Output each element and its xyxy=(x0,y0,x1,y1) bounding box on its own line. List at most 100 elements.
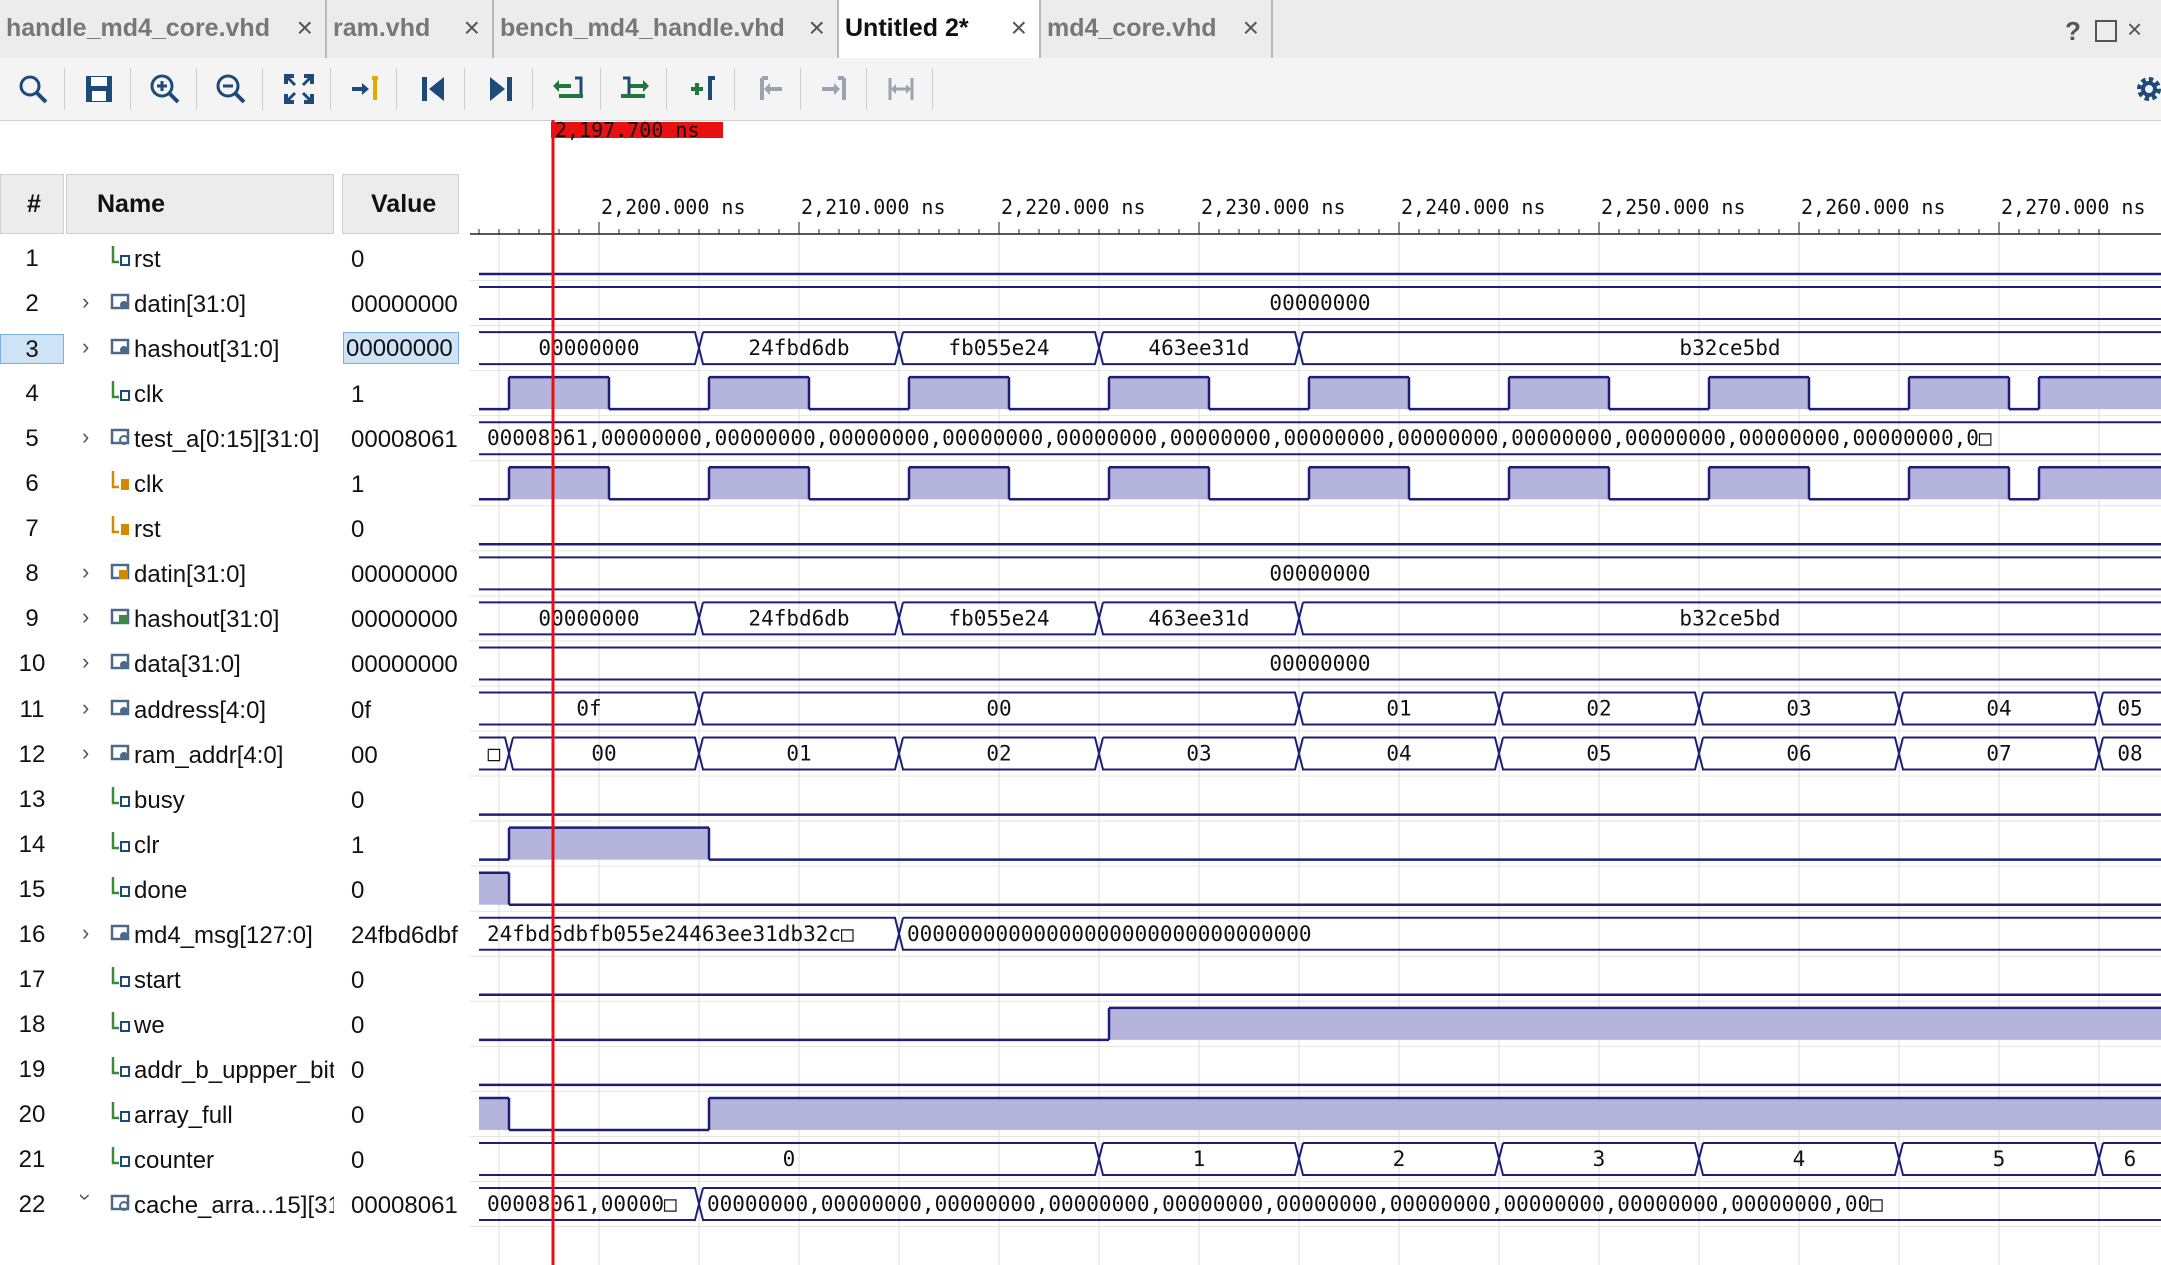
waveform-high-segment xyxy=(1509,377,1609,410)
chevron-right-icon[interactable]: › xyxy=(82,559,89,585)
waveform-trace[interactable]: 00000000 24fbd6db fb055e24 463ee31d b32ce5bd xyxy=(479,601,2161,636)
add-marker-icon[interactable] xyxy=(680,66,726,112)
column-header-label: # xyxy=(27,190,41,218)
signal-value: 00000000 xyxy=(343,332,459,365)
chevron-right-icon[interactable]: › xyxy=(82,604,89,630)
signal-value: 0 xyxy=(351,786,365,814)
waveform-high-segment xyxy=(509,377,609,410)
chevron-down-icon[interactable]: › xyxy=(73,1193,99,1200)
time-axis-label: 2,260.000 ns xyxy=(1801,195,1946,219)
chevron-right-icon[interactable]: › xyxy=(82,740,89,766)
chevron-right-icon[interactable]: › xyxy=(82,649,89,675)
help-icon[interactable]: ? xyxy=(2065,16,2081,47)
waveform-trace[interactable] xyxy=(479,826,2161,861)
signal-name: rst xyxy=(134,246,161,273)
close-icon[interactable]: × xyxy=(464,12,480,44)
bus-value-label: 03 xyxy=(1786,697,1811,721)
waveform-trace[interactable] xyxy=(479,1006,2161,1042)
tab-untitled-2[interactable]: Untitled 2* × xyxy=(839,0,1041,58)
signal-bit-icon xyxy=(110,875,132,897)
chevron-right-icon[interactable]: › xyxy=(82,289,89,315)
waveform-high-segment xyxy=(1909,377,2009,410)
column-header-name[interactable]: Name xyxy=(66,174,334,234)
bus-value-label: 3 xyxy=(1593,1147,1606,1171)
waveform-trace[interactable] xyxy=(479,466,2161,501)
bus-value-label: 03 xyxy=(1186,742,1211,766)
chevron-right-icon[interactable]: › xyxy=(82,334,89,360)
waveform-trace[interactable]: 00008061,00000□ 00000000,00000000,0000000… xyxy=(479,1187,2161,1222)
zoom-out-icon[interactable] xyxy=(208,66,254,112)
window-controls: ? × xyxy=(2061,10,2161,50)
waveform-trace[interactable]: 00000000 24fbd6db fb055e24 463ee31d b32ce5bd xyxy=(479,331,2161,366)
signal-name: datin[31:0] xyxy=(134,561,247,589)
column-header-value[interactable]: Value xyxy=(342,174,459,234)
signal-bus-icon xyxy=(110,289,132,311)
waveform-trace[interactable]: □ 00 01 02 03 04 05 06 07 08 xyxy=(479,736,2161,771)
chevron-right-icon[interactable]: › xyxy=(82,424,89,450)
waveform-trace[interactable] xyxy=(479,375,2161,411)
row-number: 1 xyxy=(25,245,39,272)
signal-value: 1 xyxy=(351,471,365,499)
waveform-trace[interactable] xyxy=(479,871,2161,906)
bus-value-label: 463ee31d xyxy=(1148,606,1249,630)
waveform-trace[interactable]: 0f 00 01 02 03 04 05 xyxy=(479,691,2161,726)
waveform-trace[interactable]: 00008061,00000000,00000000,00000000,0000… xyxy=(479,421,2161,456)
tab-handle-md4-core[interactable]: handle_md4_core.vhd × xyxy=(0,0,327,58)
chevron-right-icon[interactable]: › xyxy=(82,920,89,946)
row-number: 15 xyxy=(18,875,46,903)
zoom-fit-icon[interactable] xyxy=(276,66,322,112)
close-icon[interactable]: × xyxy=(1011,12,1027,44)
tab-ram[interactable]: ram.vhd × xyxy=(327,0,494,58)
waveform-trace[interactable]: 00000000 xyxy=(479,286,2161,321)
row-number: 16 xyxy=(18,920,46,948)
tab-bench-md4-handle[interactable]: bench_md4_handle.vhd × xyxy=(494,0,839,58)
zoom-in-icon[interactable] xyxy=(142,66,188,112)
close-icon[interactable]: × xyxy=(1243,12,1259,44)
next-marker-icon[interactable] xyxy=(812,66,858,112)
close-icon[interactable]: × xyxy=(297,12,313,44)
swap-cursors-icon[interactable] xyxy=(878,66,924,112)
go-to-time-zero-icon[interactable] xyxy=(410,66,456,112)
previous-transition-icon[interactable] xyxy=(546,66,592,112)
waveform-high-segment xyxy=(1309,467,1409,500)
waveform-high-segment xyxy=(1709,467,1809,500)
next-transition-icon[interactable] xyxy=(612,66,658,112)
waveform-trace[interactable] xyxy=(479,1096,2161,1132)
signal-bit-icon xyxy=(110,1055,132,1077)
port-bus-input-icon xyxy=(110,559,132,581)
previous-marker-icon[interactable] xyxy=(746,66,792,112)
column-header-num[interactable]: # xyxy=(0,174,64,234)
waveform-high-segment xyxy=(1709,377,1809,410)
tab-md4-core[interactable]: md4_core.vhd × xyxy=(1041,0,1273,58)
bus-value-label: 1 xyxy=(1193,1147,1206,1171)
waveform-high-segment xyxy=(1509,467,1609,500)
go-to-last-time-icon[interactable] xyxy=(478,66,524,112)
chevron-right-icon[interactable]: › xyxy=(82,695,89,721)
waveform-trace[interactable]: 0 1 2 3 4 5 6 xyxy=(479,1142,2161,1176)
signal-bus-icon xyxy=(110,334,132,356)
bus-value-label: 5 xyxy=(1993,1147,2006,1171)
close-icon[interactable]: × xyxy=(2127,14,2142,45)
bus-value-label: b32ce5bd xyxy=(1679,606,1780,630)
signal-name: address[4:0] xyxy=(134,696,267,724)
waveform-high-segment xyxy=(479,1097,509,1130)
search-icon[interactable] xyxy=(10,66,56,112)
waveform-trace[interactable]: 00000000 xyxy=(479,646,2161,681)
go-to-cursor-icon[interactable] xyxy=(342,66,388,112)
row-number: 6 xyxy=(25,470,39,498)
signal-name: md4_msg[127:0] xyxy=(134,921,313,949)
close-icon[interactable]: × xyxy=(809,12,825,44)
waveform-trace[interactable]: 00000000 xyxy=(479,556,2161,591)
settings-icon[interactable] xyxy=(2126,66,2161,112)
bus-value-label: fb055e24 xyxy=(948,606,1049,630)
waveform-canvas[interactable]: 2,200.000 ns 2,210.000 ns 2,220.000 ns 2,23… xyxy=(470,120,2161,1265)
signal-name: done xyxy=(134,876,188,904)
signal-bit-icon xyxy=(110,1010,132,1032)
save-icon[interactable] xyxy=(76,66,122,112)
row-number: 21 xyxy=(18,1146,46,1173)
waveform-high-segment xyxy=(1109,467,1209,500)
maximize-icon[interactable] xyxy=(2095,20,2117,42)
signal-value: 0 xyxy=(351,876,365,904)
row-number: 22 xyxy=(18,1191,46,1219)
waveform-trace[interactable]: 24fbd6dbfb055e24463ee31db32c□ 00000000000… xyxy=(479,916,2161,951)
